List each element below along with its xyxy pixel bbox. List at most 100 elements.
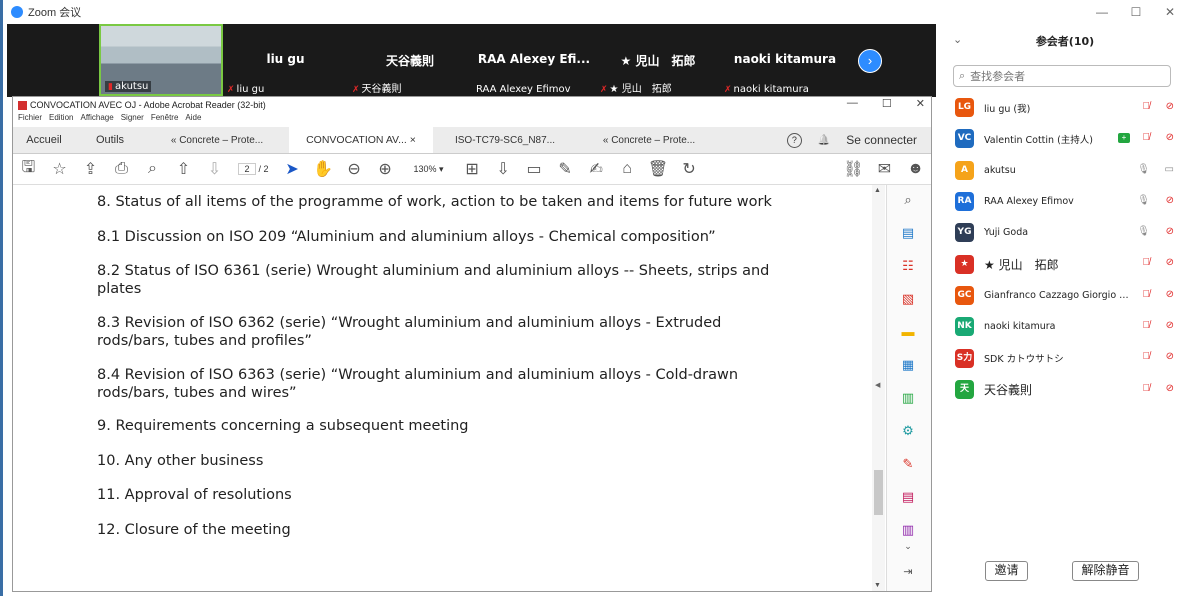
search-icon[interactable]: ⌕ (137, 160, 168, 178)
zoom-level-dropdown[interactable]: 130% ▾ (401, 164, 457, 175)
sign-in-button[interactable]: Se connecter (846, 133, 917, 147)
tab-doc-convocation[interactable]: CONVOCATION AV... × (289, 127, 433, 153)
tab-doc-concrete-2[interactable]: « Concrete – Prote... (577, 127, 721, 153)
chevron-right-icon[interactable]: › (858, 49, 882, 73)
mic-muted-icon[interactable]: 🎙̸ (1143, 383, 1151, 394)
participant-row[interactable]: ★ ★ 児山 拓郎 🎙̸ ⊘ (940, 248, 1187, 279)
participant-row[interactable]: YG Yuji Goda 🎙 ⊘ (940, 217, 1187, 248)
highlight-pen-icon[interactable]: ✎ (550, 159, 581, 179)
acrobat-minimize-button[interactable]: — (847, 97, 858, 110)
send-for-signature-icon[interactable]: ▤ (899, 488, 917, 506)
comment-icon[interactable]: ▭ (519, 159, 550, 179)
invite-button[interactable]: 邀请 (985, 561, 1028, 581)
video-tile-amaya[interactable]: 天谷義則 ✗ 天谷義則 (348, 24, 472, 97)
participant-row[interactable]: VC Valentin Cottin (主持人) + 🎙̸ ⊘ (940, 123, 1187, 154)
camera-off-icon[interactable]: ⊘ (1166, 257, 1174, 268)
scan-ocr-icon[interactable]: ⚙ (899, 422, 917, 440)
menu-file[interactable]: Fichier (18, 113, 42, 125)
camera-off-icon[interactable]: ⊘ (1166, 195, 1174, 206)
video-tile-alexey[interactable]: RAA Alexey Efi... RAA Alexey Efimov (472, 24, 596, 97)
mic-icon[interactable]: 🎙 (1137, 164, 1150, 175)
tab-tools[interactable]: Outils (75, 127, 145, 153)
organize-pages-icon[interactable]: ☷ (899, 257, 917, 275)
acrobat-maximize-button[interactable]: ☐ (882, 97, 892, 110)
mic-icon[interactable]: 🎙 (1137, 195, 1150, 206)
pane-collapse-icon[interactable]: ⇥ (899, 563, 917, 581)
video-tile-koyama[interactable]: ★ 児山 拓郎 ✗ ★ 児山 拓郎 (596, 24, 720, 97)
chevron-down-icon[interactable]: ⌄ (953, 33, 962, 46)
scroll-up-icon[interactable]: ▲ (874, 187, 881, 194)
create-pdf-icon[interactable]: ▤ (899, 224, 917, 242)
unmute-all-button[interactable]: 解除静音 (1072, 561, 1139, 581)
combine-files-icon[interactable]: ▥ (899, 389, 917, 407)
bookmark-star-icon[interactable]: ☆ (44, 159, 75, 179)
delete-icon[interactable]: 🗑 (643, 159, 674, 179)
participant-row[interactable]: 天 天谷義則 🎙̸ ⊘ (940, 374, 1187, 405)
select-cursor-icon[interactable]: ➤ (277, 159, 308, 179)
camera-off-icon[interactable]: ⊘ (1166, 289, 1174, 300)
mic-muted-icon[interactable]: 🎙̸ (1143, 320, 1151, 331)
menu-sign[interactable]: Signer (121, 113, 144, 125)
menu-help[interactable]: Aide (185, 113, 201, 125)
menu-view[interactable]: Affichage (80, 113, 113, 125)
stamp-icon[interactable]: ⌂ (612, 160, 643, 178)
comment-tool-icon[interactable]: ▬ (899, 323, 917, 341)
page-down-icon[interactable]: ⇩ (199, 159, 230, 179)
draw-icon[interactable]: ✍ (581, 159, 612, 179)
minimize-button[interactable]: — (1085, 0, 1119, 24)
mic-icon[interactable]: 🎙 (1137, 226, 1150, 237)
edit-pdf-icon[interactable]: ▦ (899, 356, 917, 374)
account-icon[interactable]: ☻ (900, 160, 931, 178)
mic-muted-icon[interactable]: 🎙̸ (1143, 101, 1151, 112)
page-number-input[interactable]: 2 (238, 163, 256, 175)
close-button[interactable]: ✕ (1153, 0, 1187, 24)
link-icon[interactable]: ⛓ (838, 159, 869, 179)
tab-doc-iso[interactable]: ISO-TC79-SC6_N87... (433, 127, 577, 153)
camera-off-icon[interactable]: ⊘ (1166, 383, 1174, 394)
mic-muted-icon[interactable]: 🎙̸ (1143, 257, 1151, 268)
page-up-icon[interactable]: ⇧ (168, 159, 199, 179)
help-icon[interactable]: ? (786, 132, 802, 148)
fill-sign-icon[interactable]: ✎ (899, 455, 917, 473)
menu-window[interactable]: Fenêtre (151, 113, 179, 125)
print-icon[interactable]: ⎙ (106, 160, 137, 178)
participant-row[interactable]: A akutsu 🎙 ▭ (940, 155, 1187, 186)
camera-off-icon[interactable]: ⊘ (1166, 132, 1174, 143)
scrollbar-thumb[interactable] (874, 470, 883, 515)
participant-search[interactable]: ⌕ (953, 65, 1171, 87)
scroll-down-icon[interactable]: ▼ (874, 582, 881, 589)
bell-icon[interactable]: 🔔 (818, 135, 830, 146)
mic-muted-icon[interactable]: 🎙̸ (1143, 132, 1151, 143)
export-pdf-icon[interactable]: ▧ (899, 290, 917, 308)
participant-row[interactable]: LG liu gu (我) 🎙̸ ⊘ (940, 92, 1187, 123)
camera-off-icon[interactable]: ⊘ (1166, 101, 1174, 112)
mic-muted-icon[interactable]: 🎙̸ (1143, 351, 1151, 362)
save-icon[interactable]: 🖫 (13, 156, 44, 183)
video-tile-naoki[interactable]: naoki kitamura ✗ naoki kitamura (720, 24, 850, 97)
participant-search-input[interactable] (968, 68, 1163, 84)
video-tile-akutsu[interactable]: ▮ akutsu (99, 24, 223, 96)
search-tool-icon[interactable]: ⌕ (899, 191, 917, 209)
rotate-icon[interactable]: ↻ (674, 159, 705, 179)
video-tile-liu-gu[interactable]: liu gu ✗ liu gu (223, 24, 348, 97)
zoom-in-icon[interactable]: ⊕ (370, 159, 401, 179)
tab-home[interactable]: Accueil (13, 127, 75, 153)
camera-icon[interactable]: ▭ (1165, 164, 1174, 175)
menu-edit[interactable]: Edition (49, 113, 73, 125)
chevron-down-icon[interactable]: ⌄ (899, 537, 917, 555)
participant-row[interactable]: RA RAA Alexey Efimov 🎙 ⊘ (940, 186, 1187, 217)
scroll-mode-icon[interactable]: ⇩ (488, 159, 519, 179)
zoom-out-icon[interactable]: ⊖ (339, 159, 370, 179)
hand-tool-icon[interactable]: ✋ (308, 159, 339, 179)
fit-page-icon[interactable]: ⊞ (457, 159, 488, 179)
participant-row[interactable]: GC Gianfranco Cazzago Giorgio Di ... 🎙̸ … (940, 280, 1187, 311)
mic-muted-icon[interactable]: 🎙̸ (1143, 289, 1151, 300)
camera-off-icon[interactable]: ⊘ (1166, 320, 1174, 331)
acrobat-close-button[interactable]: ✕ (916, 97, 925, 110)
participant-row[interactable]: NK naoki kitamura 🎙̸ ⊘ (940, 311, 1187, 342)
camera-off-icon[interactable]: ⊘ (1166, 226, 1174, 237)
tab-doc-concrete-1[interactable]: « Concrete – Prote... (145, 127, 289, 153)
mail-icon[interactable]: ✉ (869, 159, 900, 179)
participant-row[interactable]: S力 SDK カトウサトシ 🎙̸ ⊘ (940, 342, 1187, 373)
upload-cloud-icon[interactable]: ⇪ (75, 159, 106, 179)
